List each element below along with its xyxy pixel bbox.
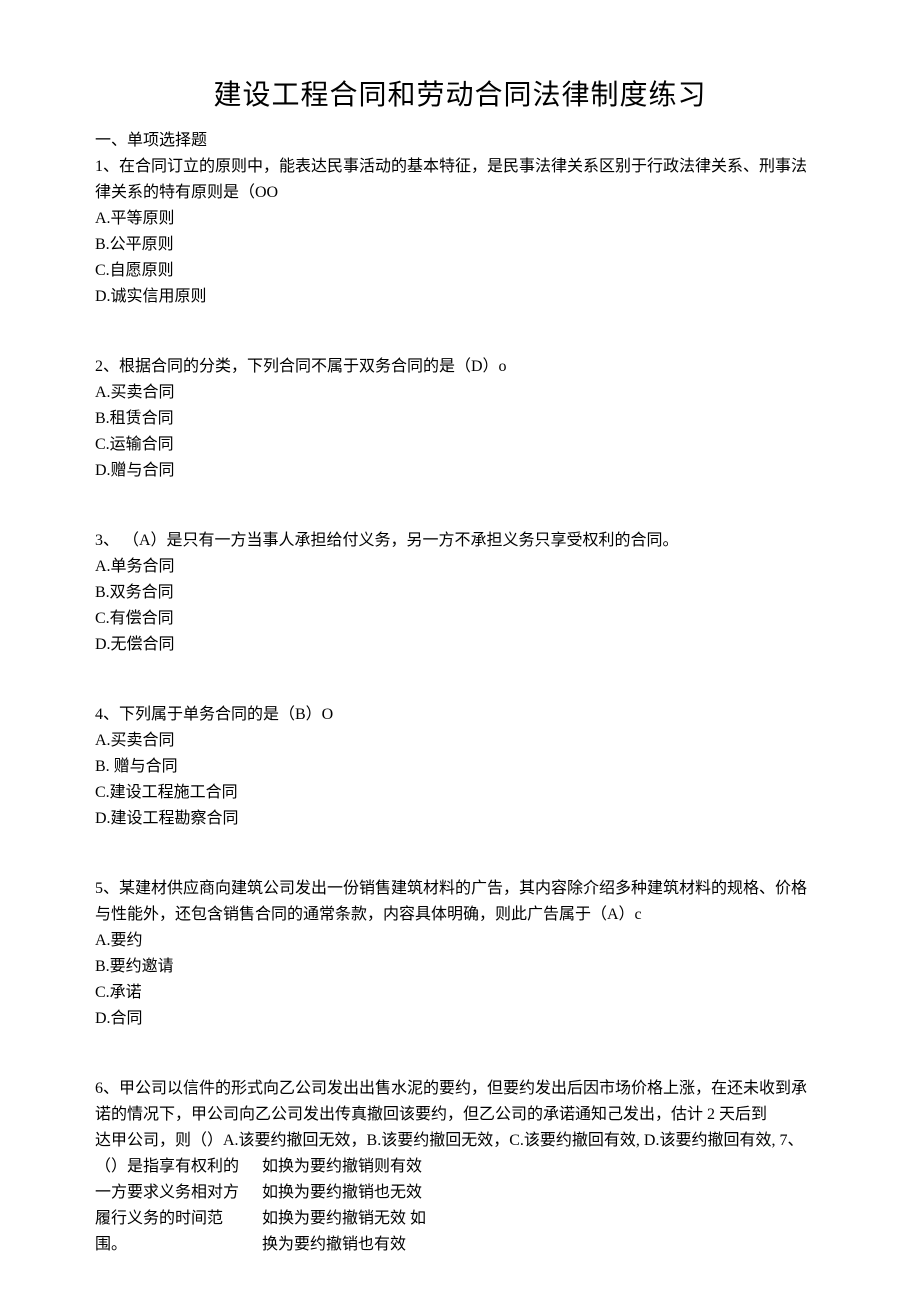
page-title: 建设工程合同和劳动合同法律制度练习: [95, 75, 825, 117]
question-2: 2、根据合同的分类，下列合同不属于双务合同的是（D）o A.买卖合同 B.租赁合…: [95, 355, 825, 483]
q3-option-a: A.单务合同: [95, 555, 825, 579]
q6-left4: 围。: [95, 1233, 250, 1257]
question-5: 5、某建材供应商向建筑公司发出一份销售建筑材料的广告，其内容除介绍多种建筑材料的…: [95, 877, 825, 1031]
q6-right2: 如换为要约撤销也无效: [262, 1181, 825, 1205]
q5-line1: 5、某建材供应商向建筑公司发出一份销售建筑材料的广告，其内容除介绍多种建筑材料的…: [95, 877, 825, 901]
q3-option-c: C.有偿合同: [95, 607, 825, 631]
question-1: 1、在合同订立的原则中，能表达民事活动的基本特征，是民事法律关系区别于行政法律关…: [95, 155, 825, 309]
q6-left1: （）是指享有权利的: [95, 1155, 250, 1179]
q6-right1: 如换为要约撤销则有效: [262, 1155, 825, 1179]
q1-option-b: B.公平原则: [95, 233, 825, 257]
question-3: 3、 （A）是只有一方当事人承担给付义务，另一方不承担义务只享受权利的合同。 A…: [95, 529, 825, 657]
q5-option-d: D.合同: [95, 1007, 825, 1031]
question-6: 6、甲公司以信件的形式向乙公司发出出售水泥的要约，但要约发出后因市场价格上涨，在…: [95, 1077, 825, 1259]
question-4: 4、下列属于单务合同的是（B）O A.买卖合同 B. 赠与合同 C.建设工程施工…: [95, 703, 825, 831]
q3-option-d: D.无偿合同: [95, 633, 825, 657]
q4-option-d: D.建设工程勘察合同: [95, 807, 825, 831]
q6-left3: 履行义务的时间范: [95, 1207, 250, 1231]
q2-option-c: C.运输合同: [95, 433, 825, 457]
q6-right3: 如换为要约撤销无效 如: [262, 1207, 825, 1231]
q1-line2: 律关系的特有原则是（OO: [95, 181, 825, 205]
q6-right4: 换为要约撤销也有效: [262, 1233, 825, 1257]
q5-option-a: A.要约: [95, 929, 825, 953]
q2-text: 2、根据合同的分类，下列合同不属于双务合同的是（D）o: [95, 355, 825, 379]
q2-option-a: A.买卖合同: [95, 381, 825, 405]
q1-option-a: A.平等原则: [95, 207, 825, 231]
q5-option-b: B.要约邀请: [95, 955, 825, 979]
q4-text: 4、下列属于单务合同的是（B）O: [95, 703, 825, 727]
q4-option-b: B. 赠与合同: [95, 755, 825, 779]
q1-option-c: C.自愿原则: [95, 259, 825, 283]
q2-option-b: B.租赁合同: [95, 407, 825, 431]
q6-line2: 诺的情况下，甲公司向乙公司发出传真撤回该要约，但乙公司的承诺通知己发出，估计 2…: [95, 1103, 825, 1127]
q4-option-a: A.买卖合同: [95, 729, 825, 753]
q6-line1: 6、甲公司以信件的形式向乙公司发出出售水泥的要约，但要约发出后因市场价格上涨，在…: [95, 1077, 825, 1101]
q3-text: 3、 （A）是只有一方当事人承担给付义务，另一方不承担义务只享受权利的合同。: [95, 529, 825, 553]
q4-option-c: C.建设工程施工合同: [95, 781, 825, 805]
section-header: 一、单项选择题: [95, 129, 825, 153]
q1-option-d: D.诚实信用原则: [95, 285, 825, 309]
q1-line1: 1、在合同订立的原则中，能表达民事活动的基本特征，是民事法律关系区别于行政法律关…: [95, 155, 825, 179]
q5-line2: 与性能外，还包含销售合同的通常条款，内容具体明确，则此广告属于（A）c: [95, 903, 825, 927]
q6-line3: 达甲公司，则（）A.该要约撤回无效，B.该要约撤回无效，C.该要约撤回有效, D…: [95, 1129, 825, 1153]
q2-option-d: D.赠与合同: [95, 459, 825, 483]
q3-option-b: B.双务合同: [95, 581, 825, 605]
q6-left2: 一方要求义务相对方: [95, 1181, 250, 1205]
q5-option-c: C.承诺: [95, 981, 825, 1005]
